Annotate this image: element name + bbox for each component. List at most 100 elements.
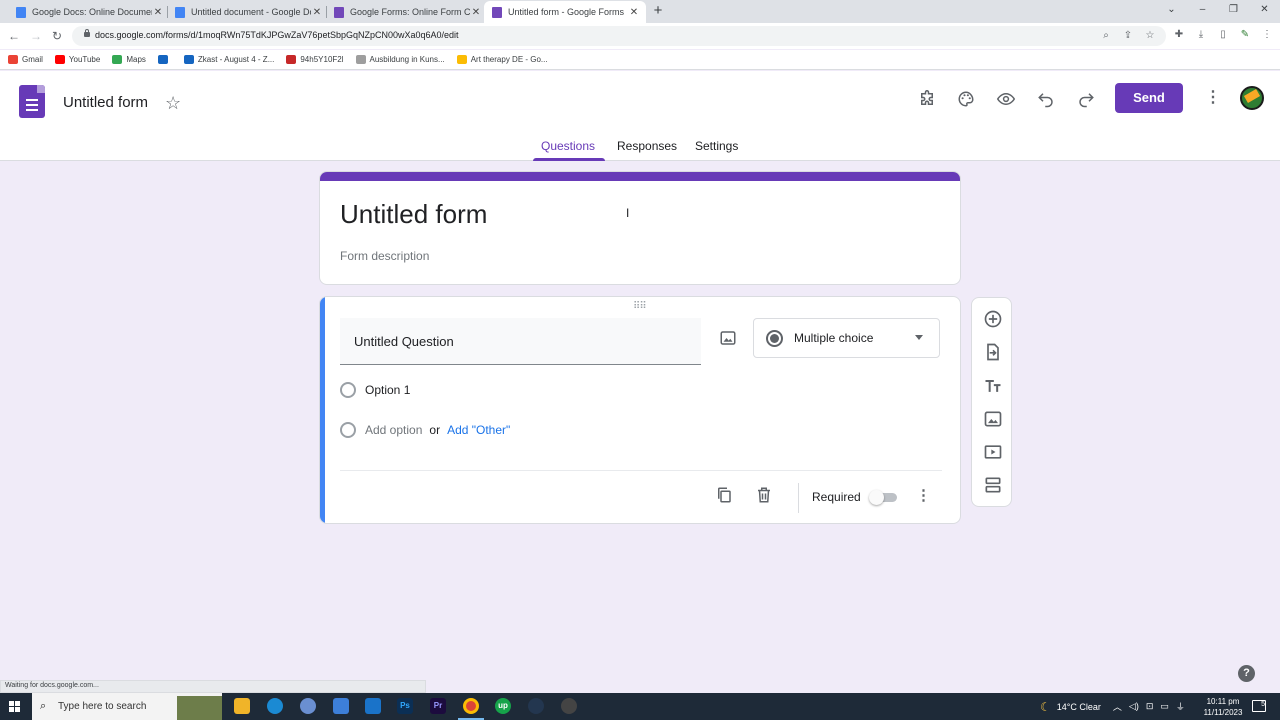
form-title-input[interactable]: Untitled form bbox=[340, 199, 487, 230]
list-item[interactable]: Option 1 bbox=[340, 382, 410, 398]
edge-browser-icon[interactable] bbox=[267, 698, 283, 714]
preview-eye-icon[interactable] bbox=[994, 87, 1018, 111]
drag-handle-icon[interactable]: ⠿⠿ bbox=[633, 301, 647, 312]
send-button[interactable]: Send bbox=[1115, 83, 1183, 113]
question-title-input[interactable]: Untitled Question bbox=[340, 318, 701, 365]
bookmark-youtube[interactable]: YouTube bbox=[54, 55, 100, 64]
tab-questions[interactable]: Questions bbox=[541, 139, 595, 153]
browser-tab-active[interactable]: Untitled form - Google Forms ✕ bbox=[484, 1, 646, 23]
tray-chevron-icon[interactable]: ︿ bbox=[1113, 700, 1122, 713]
document-title[interactable]: Untitled form bbox=[63, 94, 148, 111]
taskbar-search-box[interactable]: ⌕ Type here to search bbox=[32, 693, 222, 720]
trash-icon[interactable] bbox=[755, 486, 773, 509]
add-title-description-icon[interactable] bbox=[983, 376, 1003, 396]
dropdown-arrow-icon bbox=[915, 335, 923, 340]
form-description-input[interactable]: Form description bbox=[340, 249, 429, 263]
weather-moon-icon[interactable]: ☾ bbox=[1040, 700, 1051, 714]
docs-favicon-icon bbox=[16, 6, 26, 18]
undo-icon[interactable] bbox=[1034, 87, 1058, 111]
premiere-icon[interactable]: Pr bbox=[430, 698, 446, 714]
zoom-icon[interactable]: ⌕ bbox=[1098, 28, 1114, 44]
extension-icon[interactable]: ✎ bbox=[1236, 26, 1254, 44]
bookmark-gmail[interactable]: Gmail bbox=[8, 55, 43, 64]
close-tab-icon[interactable]: ✕ bbox=[152, 7, 164, 18]
close-tab-icon[interactable]: ✕ bbox=[628, 7, 640, 18]
add-option-button[interactable]: Add option bbox=[365, 423, 422, 437]
question-more-options-icon[interactable]: ⋮ bbox=[916, 486, 931, 504]
bookmark-zkast[interactable]: Zkast - August 4 - Z... bbox=[183, 55, 274, 64]
browser-tab[interactable]: Untitled document - Google Do ✕ bbox=[167, 1, 329, 23]
add-image-icon[interactable] bbox=[983, 409, 1003, 429]
text-cursor-icon: I bbox=[626, 206, 630, 220]
gmail-icon bbox=[8, 55, 18, 64]
duplicate-icon[interactable] bbox=[715, 486, 733, 509]
import-questions-icon[interactable] bbox=[983, 342, 1003, 362]
chrome-menu-icon[interactable]: ⋮ bbox=[1258, 26, 1276, 44]
file-explorer-icon[interactable] bbox=[234, 698, 250, 714]
star-icon[interactable]: ☆ bbox=[165, 93, 181, 114]
question-type-dropdown[interactable]: Multiple choice bbox=[753, 318, 940, 358]
tab-settings[interactable]: Settings bbox=[695, 139, 738, 153]
speaker-icon[interactable]: ◁) bbox=[1129, 701, 1139, 712]
minimize-icon[interactable]: – bbox=[1187, 0, 1218, 22]
windows-start-icon[interactable] bbox=[9, 701, 21, 713]
battery-icon[interactable]: ▭ bbox=[1160, 701, 1169, 712]
more-options-icon[interactable]: ⋮ bbox=[1205, 88, 1221, 108]
question-card[interactable]: ⠿⠿ Untitled Question Multiple choice Opt… bbox=[319, 296, 961, 524]
customize-theme-palette-icon[interactable] bbox=[954, 87, 978, 111]
download-icon[interactable]: ⤓ bbox=[1192, 26, 1210, 44]
tab-responses[interactable]: Responses bbox=[617, 139, 677, 153]
reload-icon[interactable]: ↻ bbox=[48, 27, 66, 45]
extensions-puzzle-icon[interactable]: ✚ bbox=[1170, 26, 1188, 44]
bookmark-star-icon[interactable]: ☆ bbox=[1142, 28, 1158, 44]
google-forms-logo-icon[interactable] bbox=[19, 85, 45, 118]
redo-icon[interactable] bbox=[1074, 87, 1098, 111]
steam-icon[interactable] bbox=[528, 698, 544, 714]
add-other-link[interactable]: Add "Other" bbox=[447, 423, 510, 437]
forms-tabs: Questions Responses Settings bbox=[0, 133, 1280, 161]
chrome-icon[interactable] bbox=[463, 698, 479, 714]
forward-arrow-icon[interactable]: → bbox=[27, 27, 45, 45]
option-label[interactable]: Option 1 bbox=[365, 383, 410, 397]
share-icon[interactable]: ⇪ bbox=[1120, 28, 1136, 44]
avatar[interactable] bbox=[1240, 86, 1264, 110]
microsoft-store-icon[interactable] bbox=[333, 698, 349, 714]
new-tab-button[interactable]: + bbox=[650, 3, 666, 19]
bookmark-icon-only[interactable] bbox=[157, 55, 172, 64]
browser-tab-title: Untitled document - Google Do bbox=[191, 7, 311, 17]
back-arrow-icon[interactable]: ← bbox=[5, 27, 23, 45]
app-icon[interactable] bbox=[300, 698, 316, 714]
weather-text[interactable]: 14°C Clear bbox=[1057, 702, 1101, 712]
add-video-icon[interactable] bbox=[983, 442, 1003, 462]
close-tab-icon[interactable]: ✕ bbox=[470, 7, 482, 18]
browser-tab[interactable]: Google Forms: Online Form Cre ✕ bbox=[326, 1, 488, 23]
add-question-icon[interactable] bbox=[983, 309, 1003, 329]
close-window-icon[interactable]: ✕ bbox=[1249, 0, 1280, 22]
help-icon[interactable]: ? bbox=[1238, 665, 1255, 682]
obs-icon[interactable] bbox=[561, 698, 577, 714]
side-panel-icon[interactable]: ▯ bbox=[1214, 26, 1232, 44]
notification-center-icon[interactable]: 5 bbox=[1252, 700, 1266, 712]
add-section-icon[interactable] bbox=[983, 475, 1003, 495]
forms-favicon-icon bbox=[334, 6, 344, 18]
taskbar-clock[interactable]: 10:11 pm 11/11/2023 bbox=[1198, 696, 1248, 718]
address-bar[interactable]: docs.google.com/forms/d/1moqRWn75TdKJPGw… bbox=[72, 26, 1166, 46]
restore-icon[interactable]: ❐ bbox=[1218, 0, 1249, 22]
network-icon[interactable]: ⊡ bbox=[1146, 701, 1154, 712]
bookmark-94h5[interactable]: 94h5Y10F2l bbox=[286, 55, 344, 64]
form-title-card[interactable]: Untitled form Form description bbox=[319, 171, 961, 285]
photoshop-icon[interactable]: Ps bbox=[397, 698, 413, 714]
addons-puzzle-icon[interactable] bbox=[915, 87, 939, 111]
microphone-icon[interactable]: ⏚ bbox=[1176, 700, 1185, 713]
tab-search-icon[interactable]: ⌄ bbox=[1156, 0, 1187, 22]
bookmark-maps[interactable]: Maps bbox=[112, 55, 146, 64]
browser-tab[interactable]: Google Docs: Online Document ✕ bbox=[8, 1, 170, 23]
add-image-icon[interactable] bbox=[719, 329, 737, 352]
upwork-icon[interactable]: up bbox=[495, 698, 511, 714]
bookmark-art-therapy[interactable]: Art therapy DE - Go... bbox=[456, 55, 548, 64]
bookmark-ausbildung[interactable]: Ausbildung in Kuns... bbox=[355, 55, 445, 64]
required-toggle[interactable] bbox=[869, 490, 900, 505]
mail-icon[interactable] bbox=[365, 698, 381, 714]
forms-favicon-icon bbox=[492, 6, 502, 18]
close-tab-icon[interactable]: ✕ bbox=[311, 7, 323, 18]
